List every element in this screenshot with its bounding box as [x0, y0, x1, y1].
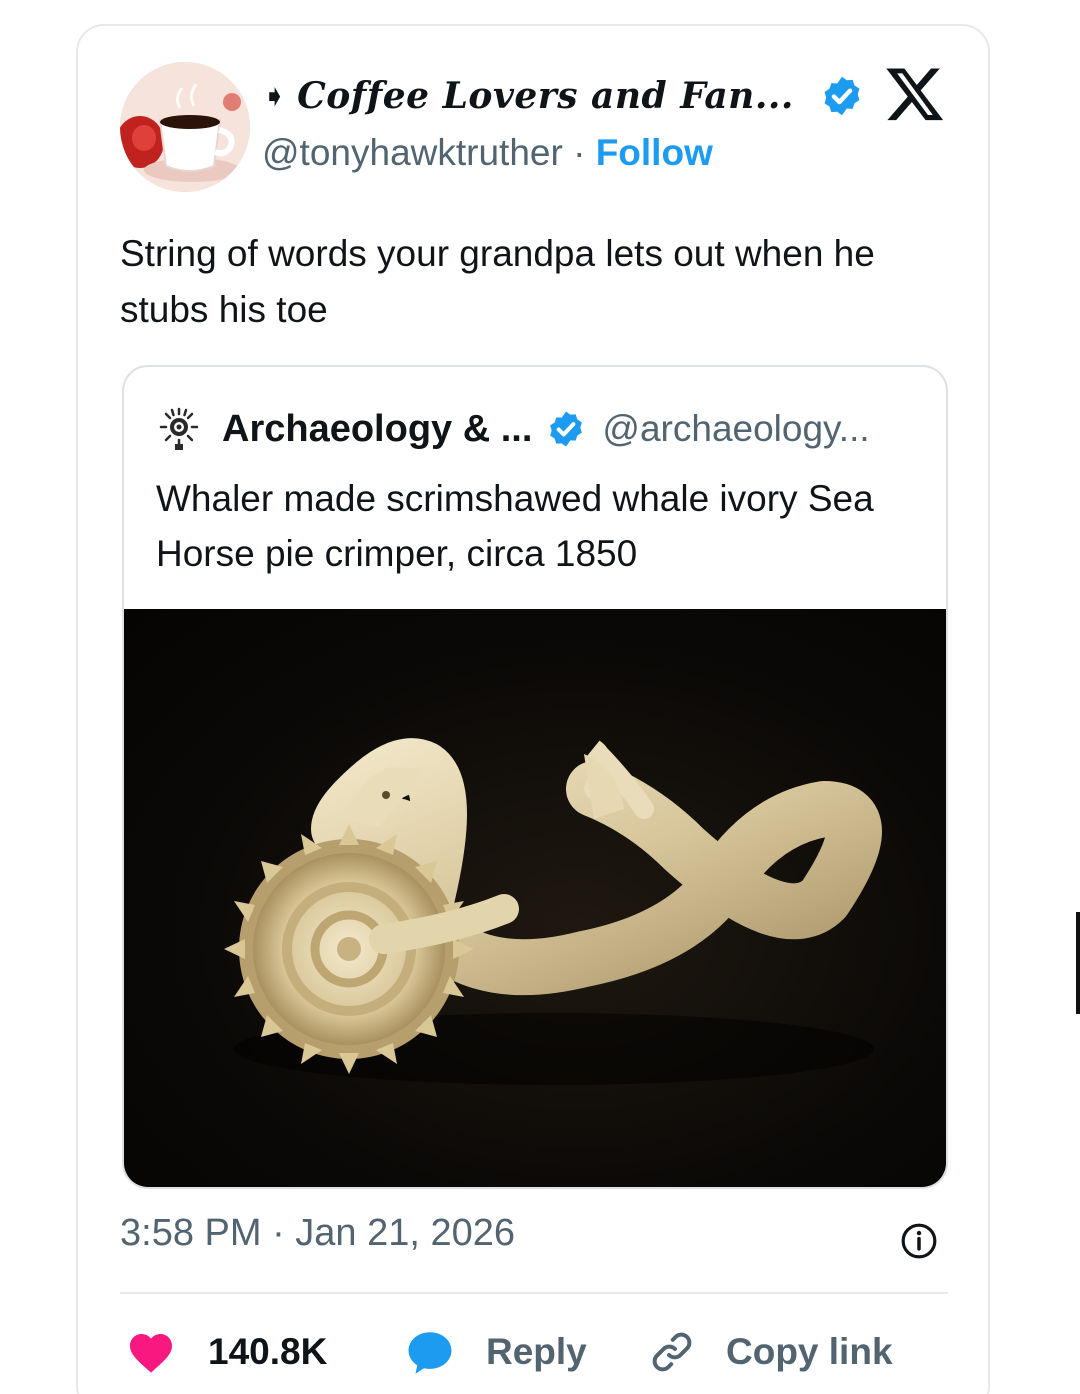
- author-handle-row: @tonyhawktruther · Follow: [262, 132, 713, 174]
- follow-button[interactable]: Follow: [596, 132, 713, 173]
- x-logo-icon[interactable]: [884, 62, 946, 124]
- author-handle[interactable]: @tonyhawktruther: [262, 132, 563, 173]
- sea-horse-crimper-photo[interactable]: [124, 609, 946, 1187]
- scrollbar-fragment: [1076, 912, 1080, 1014]
- like-button[interactable]: 140.8K: [126, 1322, 327, 1382]
- post-text: String of words your grandpa lets out wh…: [120, 233, 875, 330]
- copy-link-button[interactable]: Copy link: [648, 1322, 893, 1382]
- quoted-post-text: Whaler made scrimshawed whale ivory Sea …: [156, 478, 874, 574]
- info-icon[interactable]: [900, 1222, 938, 1260]
- verified-badge-icon: [824, 76, 860, 116]
- link-icon: [652, 1332, 692, 1372]
- quoted-author-handle[interactable]: @archaeology...: [602, 408, 869, 450]
- author-avatar[interactable]: [120, 62, 250, 192]
- heart-icon: [130, 1334, 172, 1373]
- author-display-name[interactable]: Coffee Lovers and Fan...: [297, 75, 794, 117]
- ivory-sea-horse-illustration: [224, 738, 882, 1085]
- post-actions: 140.8K Reply Copy link: [120, 1322, 950, 1382]
- author-name-row[interactable]: ➧ Coffee Lovers and Fan...: [262, 70, 864, 122]
- divider: [120, 1292, 948, 1294]
- reply-label: Reply: [486, 1331, 587, 1372]
- quoted-post[interactable]: Archaeology & ... @archaeology... Whaler…: [122, 365, 948, 1189]
- arrow-glyph: ➧: [262, 79, 288, 113]
- quoted-post-header: Archaeology & ... @archaeology...: [156, 401, 870, 457]
- copy-link-label: Copy link: [726, 1331, 893, 1372]
- reply-button[interactable]: Reply: [404, 1322, 587, 1382]
- coffee-cup-avatar-icon: [120, 62, 250, 192]
- like-count: 140.8K: [208, 1331, 328, 1372]
- post-timestamp[interactable]: 3:58 PM · Jan 21, 2026: [120, 1212, 515, 1255]
- verified-badge-icon: [550, 411, 583, 447]
- handle-separator: ·: [573, 132, 586, 173]
- quoted-author-name[interactable]: Archaeology & ...: [222, 408, 532, 451]
- speech-bubble-icon: [408, 1332, 452, 1374]
- archaeology-logo-icon: [159, 407, 199, 450]
